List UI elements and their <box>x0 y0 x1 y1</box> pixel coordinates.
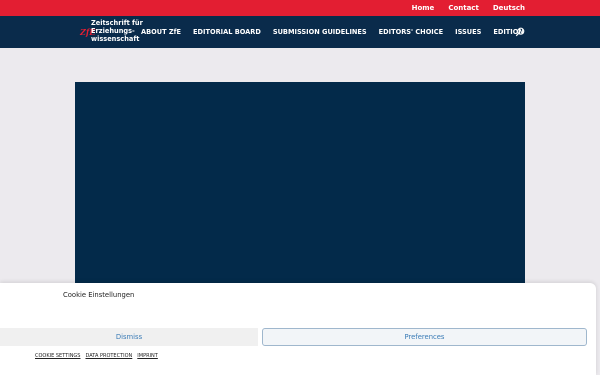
search-icon[interactable] <box>515 27 525 37</box>
preferences-button[interactable]: Preferences <box>262 328 587 346</box>
main-navigation: ZfE Zeitschrift für Erziehungs- wissensc… <box>0 16 600 48</box>
hero-banner <box>75 82 525 292</box>
language-link-deutsch[interactable]: Deutsch <box>493 4 525 12</box>
data-protection-link[interactable]: DATA PROTECTION <box>85 353 132 359</box>
nav-item-editors-choice[interactable]: EDITORS' CHOICE <box>379 28 443 36</box>
cookie-banner: Cookie Einstellungen Dismiss Preferences… <box>0 283 596 375</box>
top-bar: Home Contact Deutsch <box>0 0 600 16</box>
cookie-title: Cookie Einstellungen <box>63 291 135 299</box>
site-logo[interactable]: ZfE Zeitschrift für Erziehungs- wissensc… <box>80 19 143 46</box>
dismiss-button[interactable]: Dismiss <box>0 328 258 346</box>
nav-item-editorial-board[interactable]: EDITORIAL BOARD <box>193 28 261 36</box>
cookie-footer-links: COOKIE SETTINGS DATA PROTECTION IMPRINT <box>35 353 158 359</box>
nav-menu: ABOUT ZfE EDITORIAL BOARD SUBMISSION GUI… <box>141 16 524 48</box>
imprint-link[interactable]: IMPRINT <box>137 353 158 359</box>
cookie-settings-link[interactable]: COOKIE SETTINGS <box>35 353 80 359</box>
nav-item-submission-guidelines[interactable]: SUBMISSION GUIDELINES <box>273 28 367 36</box>
home-link[interactable]: Home <box>412 4 435 12</box>
top-links: Home Contact Deutsch <box>412 0 525 16</box>
nav-item-about[interactable]: ABOUT ZfE <box>141 28 181 36</box>
nav-item-issues[interactable]: ISSUES <box>455 28 481 36</box>
contact-link[interactable]: Contact <box>448 4 479 12</box>
